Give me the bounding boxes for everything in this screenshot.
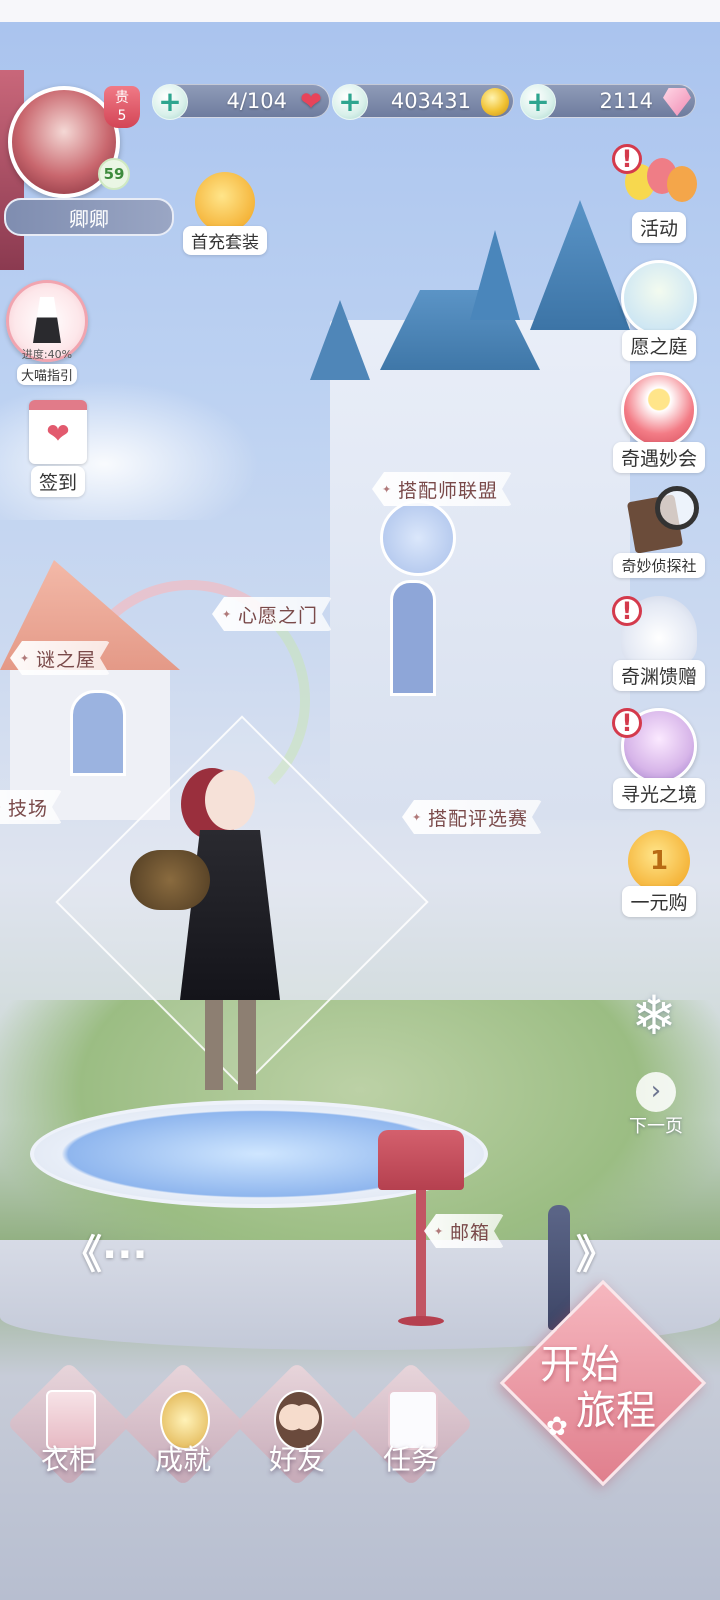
light-realm-label: 寻光之境 [612, 778, 705, 809]
friends-label: 好友 [268, 1443, 325, 1476]
one-yuan-button[interactable]: 1 一元购 [604, 830, 714, 917]
wish-gate-tag[interactable]: 心愿之门 [212, 597, 332, 631]
encounter-label: 奇遇妙会 [612, 442, 705, 473]
vip-badge[interactable]: 贵 5 [104, 86, 140, 128]
checkin-button[interactable]: ❤ 签到 [18, 400, 98, 497]
pig-mascot-icon [195, 172, 255, 232]
next-page-label: 下一页 [629, 1116, 683, 1137]
mailbox-tag[interactable]: 邮箱 [424, 1214, 504, 1248]
activity-label: 活动 [631, 212, 686, 243]
snowflake-icon[interactable]: ❄ [626, 988, 682, 1044]
add-diamond-button[interactable]: + [520, 84, 556, 120]
abyss-gift-label: 奇渊馈赠 [612, 660, 705, 691]
wish-garden-button[interactable]: 愿之庭 [604, 260, 714, 361]
chevron-right-icon: › [636, 1072, 676, 1112]
first-charge-label: 首充套装 [183, 226, 267, 255]
magnifier-book-icon [619, 484, 699, 556]
abyss-alert-icon: ! [612, 596, 642, 626]
vip-label: 贵 [115, 90, 129, 106]
next-page-button[interactable]: › 下一页 [616, 1072, 696, 1138]
player-name[interactable]: 卿卿 [4, 198, 174, 236]
light-realm-alert-icon: ! [612, 708, 642, 738]
lamp-post [548, 1205, 570, 1330]
scene-right-arrow[interactable]: 》 [576, 1222, 616, 1280]
achievement-button[interactable]: 成就 [120, 1361, 246, 1487]
player-level-badge: 59 [98, 158, 130, 190]
guide-label: 大喵指引 [16, 364, 77, 385]
gold-coin-icon [481, 88, 509, 116]
calendar-icon: ❤ [29, 400, 87, 464]
encounter-button[interactable]: 奇遇妙会 [604, 372, 714, 473]
tasks-label: 任务 [382, 1443, 439, 1476]
wish-garden-label: 愿之庭 [622, 330, 696, 361]
flower-icon: ✿ [546, 1412, 568, 1442]
wardrobe-label: 衣柜 [40, 1443, 97, 1476]
left-house [0, 560, 180, 820]
sprout-icon [621, 260, 697, 336]
achievement-label: 成就 [154, 1443, 211, 1476]
player-character[interactable] [130, 770, 300, 1090]
diamond-icon [663, 88, 691, 116]
light-realm-button[interactable]: ! 寻光之境 [604, 708, 714, 809]
diamond-value: 2114 [599, 89, 653, 113]
gold-value: 403431 [390, 89, 471, 113]
wardrobe-button[interactable]: 衣柜 [6, 1361, 132, 1487]
stylist-league-tag[interactable]: 搭配师联盟 [372, 472, 512, 506]
vip-level: 5 [117, 108, 127, 124]
start-journey-line2: 旅程 [576, 1388, 656, 1434]
star-cup-icon [621, 372, 697, 448]
one-yuan-label: 一元购 [622, 886, 696, 917]
stamina-value: 4/104 [226, 89, 287, 113]
coin-mascot-icon: 1 [628, 830, 690, 892]
add-gold-button[interactable]: + [332, 84, 368, 120]
detective-label: 奇妙侦探社 [613, 553, 705, 578]
heart-icon: ❤ [300, 87, 322, 117]
detective-button[interactable]: 奇妙侦探社 [604, 484, 714, 578]
checkin-label: 签到 [30, 466, 85, 497]
friends-button[interactable]: 好友 [234, 1361, 360, 1487]
abyss-gift-button[interactable]: ! 奇渊馈赠 [604, 596, 714, 691]
guide-button[interactable]: 进度:40% 大喵指引 [4, 280, 90, 385]
system-status-bar [0, 0, 720, 22]
activity-button[interactable]: ! 活动 [604, 144, 714, 243]
style-contest-tag[interactable]: 搭配评选赛 [402, 800, 542, 834]
scene-left-arrow[interactable]: 《··· [62, 1222, 148, 1280]
mystery-house-tag[interactable]: 谜之屋 [10, 641, 110, 675]
activity-alert-icon: ! [612, 144, 642, 174]
guide-progress: 进度:40% [21, 348, 73, 361]
castle [310, 200, 640, 820]
tasks-button[interactable]: 任务 [348, 1361, 474, 1487]
first-charge-button[interactable]: 首充套装 [180, 172, 270, 255]
add-stamina-button[interactable]: + [152, 84, 188, 120]
